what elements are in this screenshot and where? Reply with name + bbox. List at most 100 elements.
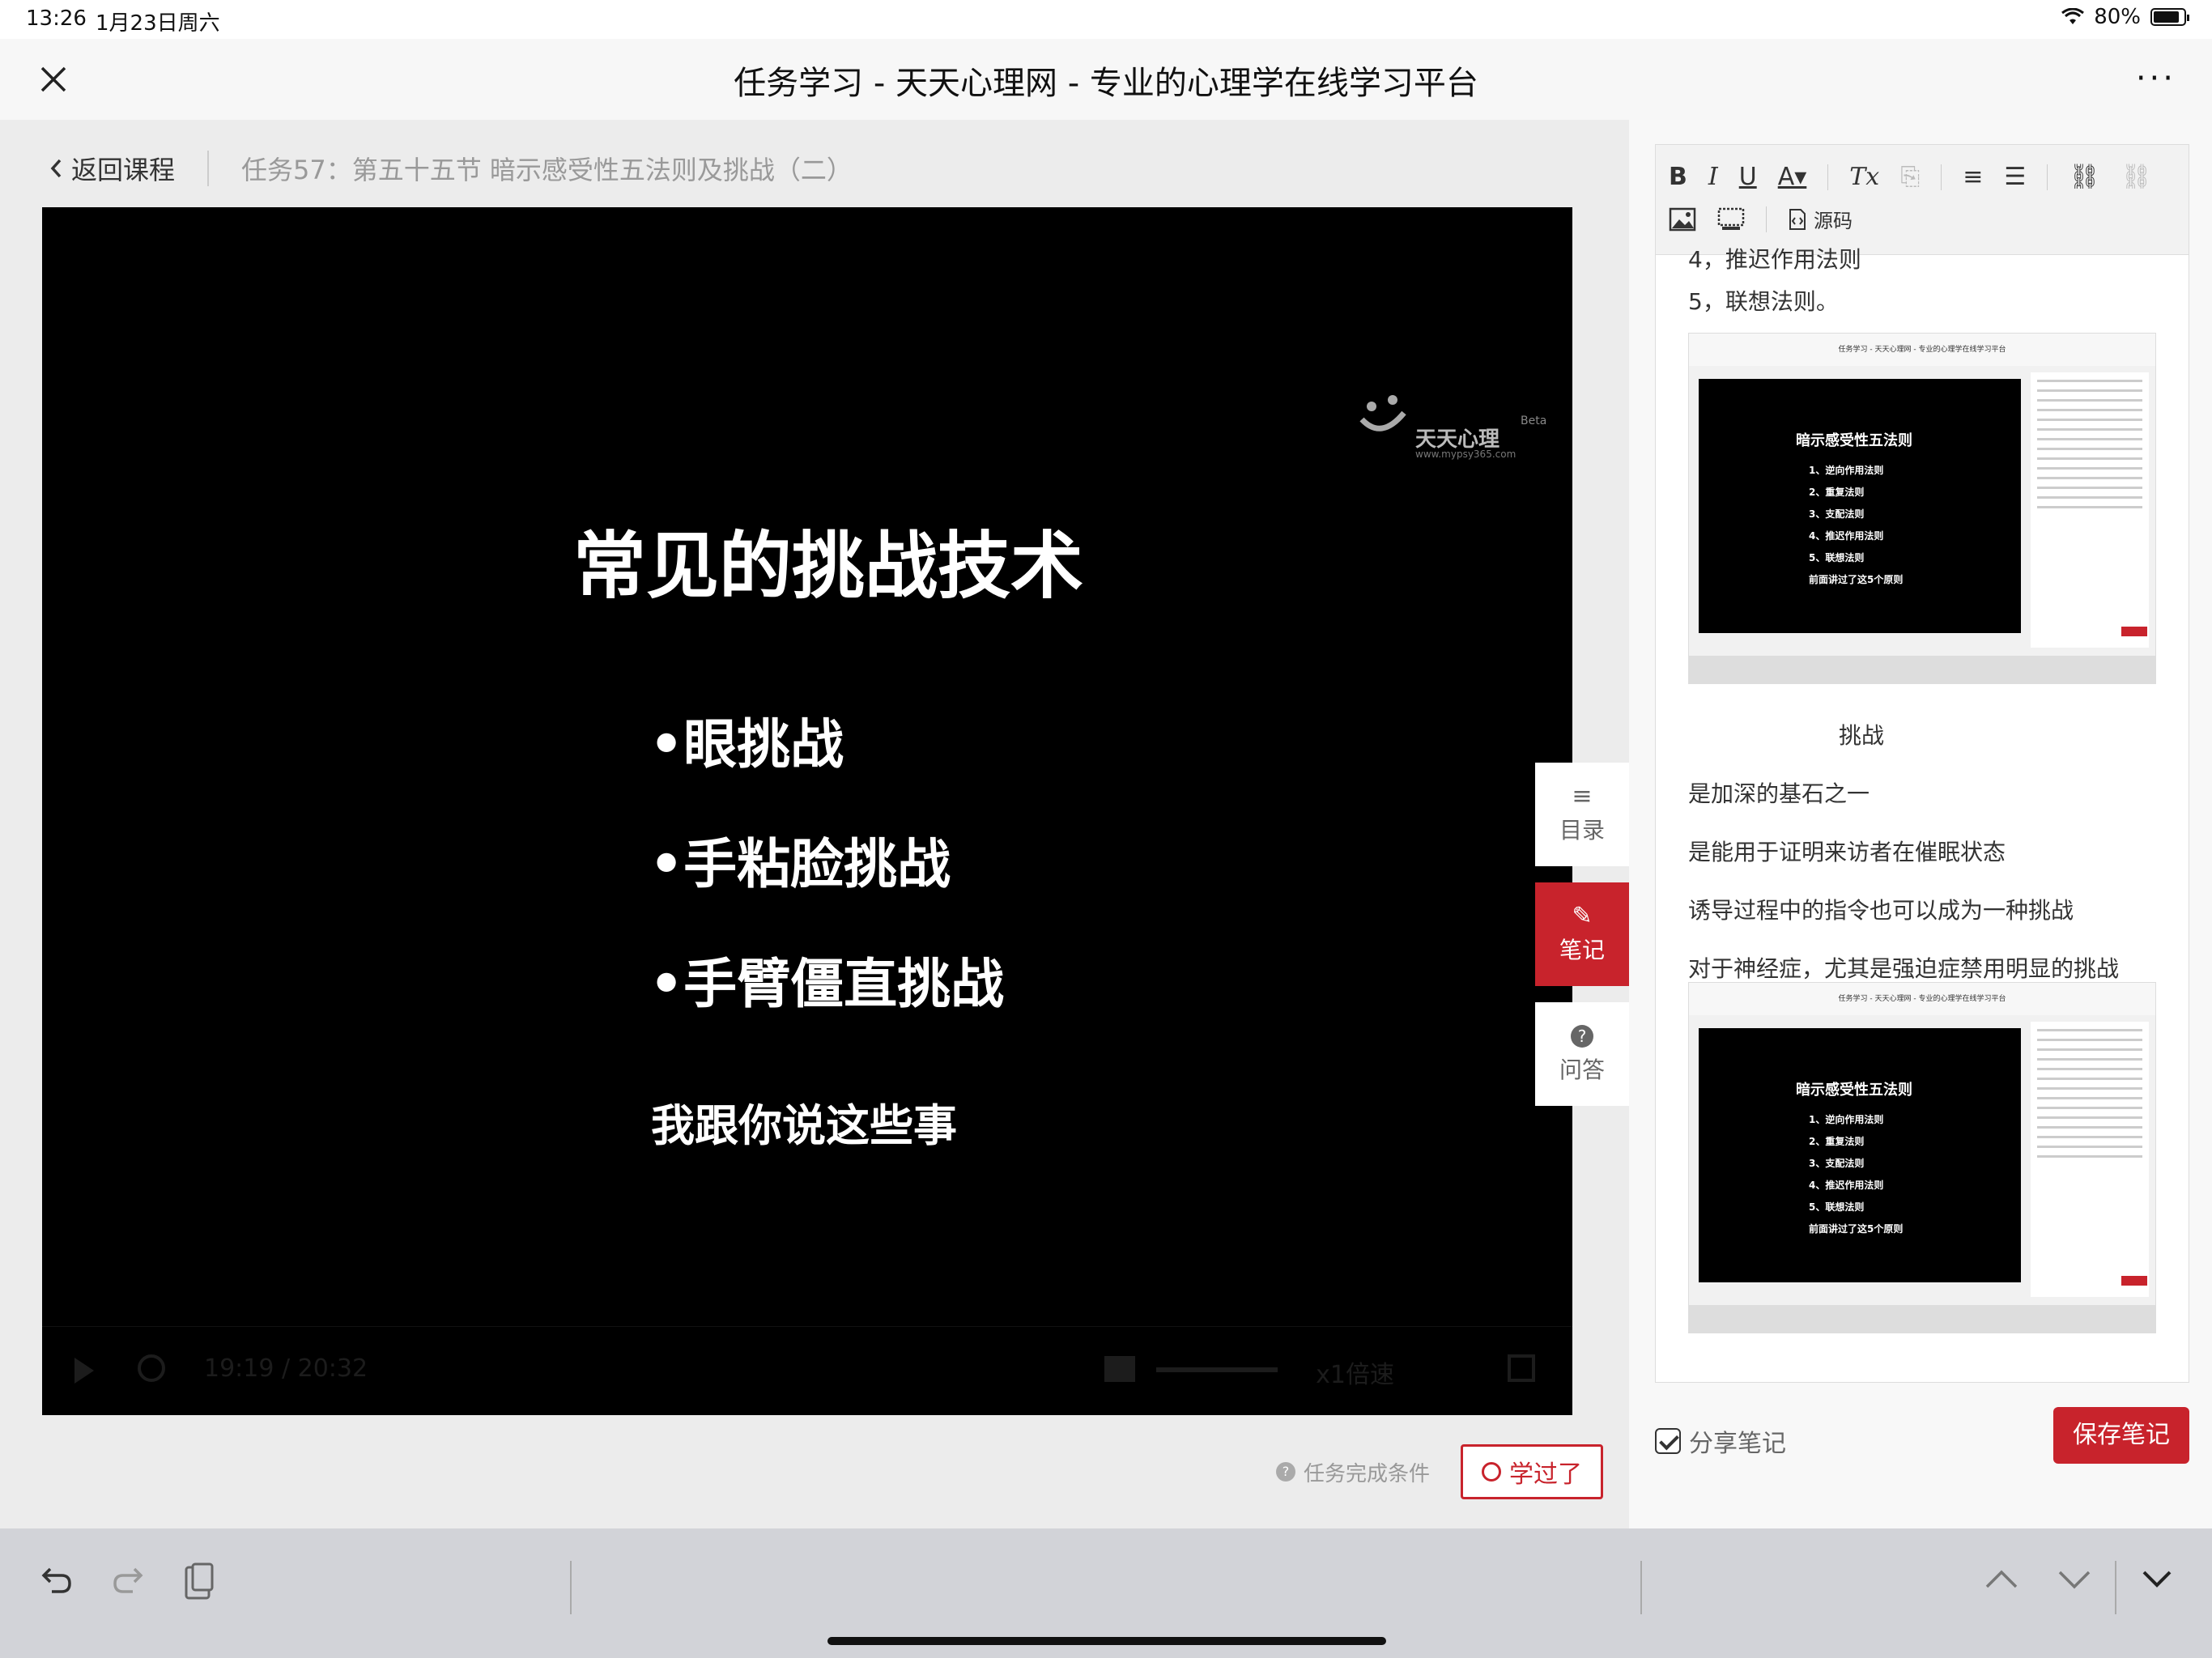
thumb-save-button: [2121, 1276, 2147, 1286]
note-line: 对于神经症，尤其是强迫症禁用明显的挑战: [1688, 955, 2120, 982]
note-line: 是能用于证明来访者在催眠状态: [1688, 839, 2006, 865]
italic-button[interactable]: I: [1708, 163, 1718, 191]
note-screenshot-image: 任务学习 - 天天心理网 - 专业的心理学在线学习平台 暗示感受性五法则 1、逆…: [1688, 982, 2156, 1333]
thumb-slide-item: 3、支配法则: [1809, 508, 1865, 520]
slide-bullets: •眼挑战 •手粘脸挑战 •手臂僵直挑战: [649, 701, 1004, 1061]
toolbar-divider: [2047, 164, 2048, 190]
play-icon[interactable]: [74, 1358, 94, 1384]
thumb-video: 暗示感受性五法则 1、逆向作用法则 2、重复法则 3、支配法则 4、推迟作用法则…: [1699, 1028, 2021, 1282]
tab-catalog[interactable]: ≡ 目录: [1535, 763, 1629, 866]
slide-bullet: •手粘脸挑战: [649, 833, 951, 895]
tab-catalog-label: 目录: [1559, 817, 1605, 844]
editor-toolbar: B I U A▾ Tx ⎘ ≡ ☰ ⛓ ⛓ 源码: [1656, 145, 2189, 255]
video-player[interactable]: 天天心理 Beta www.mypsy365.com 常见的挑战技术 •眼挑战 …: [42, 207, 1572, 1415]
paste-icon[interactable]: ⎘: [1900, 163, 1920, 191]
thumb-slide-item: 前面讲过了这5个原则: [1809, 574, 1904, 585]
note-line: 挑战: [1839, 722, 1885, 749]
video-timecode: 19:19 / 20:32: [204, 1354, 368, 1383]
question-icon: ?: [1275, 1462, 1295, 1482]
status-date: 1月23日周六: [96, 11, 220, 36]
thumb-slide-item: 5、联想法则: [1809, 552, 1865, 563]
tab-notes-label: 笔记: [1559, 937, 1605, 963]
note-screenshot-image: 任务学习 - 天天心理网 - 专业的心理学在线学习平台 暗示感受性五法则 1、逆…: [1688, 333, 2156, 684]
question-icon: ?: [1571, 1025, 1593, 1048]
chevron-down-icon[interactable]: [2055, 1561, 2094, 1596]
tab-qa-label: 问答: [1559, 1056, 1605, 1083]
source-code-button[interactable]: 源码: [1788, 205, 1853, 233]
circle-icon: [1482, 1462, 1501, 1482]
paste-icon[interactable]: [181, 1561, 217, 1601]
tab-notes[interactable]: ✎ 笔记: [1535, 882, 1629, 986]
nav-bar: 任务学习 - 天天心理网 - 专业的心理学在线学习平台 ···: [0, 39, 2212, 120]
volume-slider[interactable]: [1156, 1367, 1278, 1372]
battery-percent: 80%: [2094, 5, 2141, 29]
thumb-slide-title: 暗示感受性五法则: [1796, 1082, 1912, 1099]
thumb-slide-item: 5、联想法则: [1809, 1201, 1865, 1213]
thumb-slide-item: 4、推迟作用法则: [1809, 530, 1884, 542]
lesson-pane: 返回课程 任务57：第五十五节 暗示感受性五法则及挑战（二） 天天心理 Beta…: [0, 120, 1629, 1528]
status-time: 13:26: [26, 6, 87, 31]
share-checkbox[interactable]: [1655, 1428, 1681, 1454]
text-color-button[interactable]: A▾: [1778, 163, 1807, 191]
notes-footer: 分享笔记 保存笔记: [1655, 1407, 2189, 1465]
bold-button[interactable]: B: [1669, 163, 1687, 191]
link-button[interactable]: ⛓: [2069, 163, 2099, 191]
wifi-icon: [2061, 8, 2085, 24]
redo-icon[interactable]: [110, 1561, 146, 1596]
toolbar-divider: [1941, 164, 1942, 190]
notes-pane: B I U A▾ Tx ⎘ ≡ ☰ ⛓ ⛓ 源码 4，推迟作用法则 5，联想法则…: [1629, 120, 2212, 1528]
image-icon[interactable]: [1669, 207, 1696, 232]
menu-icon: ≡: [1572, 782, 1593, 810]
chevron-up-icon[interactable]: [1982, 1561, 2021, 1596]
pencil-icon: ✎: [1572, 902, 1593, 930]
back-to-course-link[interactable]: 返回课程: [49, 150, 175, 187]
slide-bullet: •手臂僵直挑战: [649, 953, 1005, 1015]
toolbar-row-1: B I U A▾ Tx ⎘ ≡ ☰ ⛓ ⛓: [1669, 163, 2151, 191]
home-indicator: [827, 1637, 1386, 1645]
keyboard-divider: [1640, 1561, 1642, 1614]
numbered-list-button[interactable]: ≡: [1963, 163, 1983, 191]
thumb-slide-list: 1、逆向作用法则 2、重复法则 3、支配法则 4、推迟作用法则 5、联想法则 前…: [1809, 460, 1903, 591]
unlink-button[interactable]: ⛓: [2121, 163, 2151, 191]
clear-format-button[interactable]: Tx: [1849, 163, 1879, 191]
mark-learned-button[interactable]: 学过了: [1461, 1444, 1603, 1499]
tab-qa[interactable]: ? 问答: [1535, 1002, 1629, 1106]
thumb-slide-item: 4、推迟作用法则: [1809, 1180, 1884, 1191]
dismiss-keyboard-icon[interactable]: [2138, 1561, 2176, 1596]
thumb-slide-item: 1、逆向作用法则: [1809, 1114, 1884, 1125]
replay-icon[interactable]: [138, 1354, 165, 1382]
slide-title: 常见的挑战技术: [573, 524, 1083, 609]
chevron-left-icon: [50, 159, 62, 178]
fullscreen-icon[interactable]: [1508, 1354, 1535, 1382]
breadcrumb-divider: [207, 151, 210, 186]
toolbar-divider: [1766, 206, 1767, 232]
volume-icon[interactable]: [1104, 1356, 1135, 1382]
toolbar-row-2: 源码: [1669, 205, 1853, 233]
thumb-save-button: [2121, 627, 2147, 636]
thumb-sidebar: [2031, 1022, 2149, 1297]
notes-editor[interactable]: B I U A▾ Tx ⎘ ≡ ☰ ⛓ ⛓ 源码 4，推迟作用法则 5，联想法则…: [1655, 144, 2189, 1383]
more-icon[interactable]: ···: [2136, 62, 2176, 95]
source-code-label: 源码: [1814, 210, 1853, 232]
thumb-slide-item: 1、逆向作用法则: [1809, 465, 1884, 476]
video-controls: 19:19 / 20:32 x1倍速: [42, 1326, 1572, 1415]
share-notes-toggle[interactable]: 分享笔记: [1655, 1423, 1786, 1459]
save-notes-button[interactable]: 保存笔记: [2053, 1407, 2189, 1464]
thumb-slide-item: 3、支配法则: [1809, 1158, 1865, 1169]
thumb-keyboard-bar: [1689, 1305, 2155, 1333]
back-label: 返回课程: [71, 155, 176, 185]
task-actions: ? 任务完成条件 学过了: [1275, 1444, 1603, 1499]
underline-button[interactable]: U: [1739, 163, 1757, 191]
thumb-title: 任务学习 - 天天心理网 - 专业的心理学在线学习平台: [1689, 334, 2155, 366]
bullet-list-button[interactable]: ☰: [2004, 163, 2026, 191]
playback-speed[interactable]: x1倍速: [1316, 1354, 1394, 1390]
media-icon[interactable]: [1717, 207, 1745, 232]
keyboard-divider: [570, 1561, 572, 1614]
task-condition-link[interactable]: ? 任务完成条件: [1275, 1457, 1430, 1487]
thumb-slide-item: 2、重复法则: [1809, 1136, 1865, 1147]
logo-mark-icon: [1359, 395, 1406, 432]
undo-icon[interactable]: [39, 1561, 74, 1596]
page-title: 任务学习 - 天天心理网 - 专业的心理学在线学习平台: [734, 65, 1478, 102]
thumb-video: 暗示感受性五法则 1、逆向作用法则 2、重复法则 3、支配法则 4、推迟作用法则…: [1699, 379, 2021, 633]
task-condition-label: 任务完成条件: [1303, 1461, 1430, 1486]
